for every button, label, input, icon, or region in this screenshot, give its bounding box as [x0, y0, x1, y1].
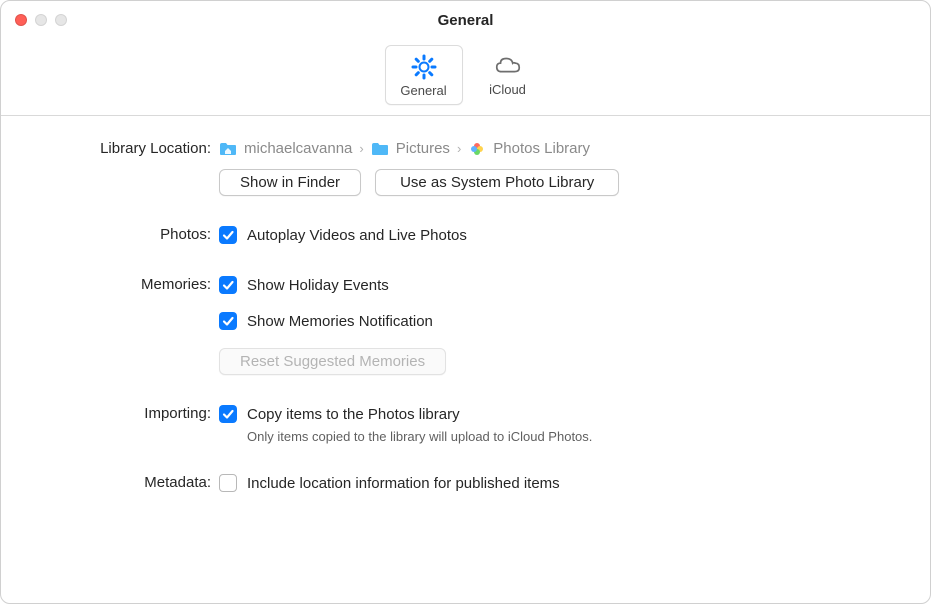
- label-photos: Photos:: [33, 224, 219, 243]
- label-metadata: Metadata:: [33, 472, 219, 491]
- library-action-buttons: Show in Finder Use as System Photo Libra…: [219, 169, 898, 196]
- show-in-finder-button[interactable]: Show in Finder: [219, 169, 361, 196]
- reset-memories-button: Reset Suggested Memories: [219, 348, 446, 375]
- row-memories: Memories: Show Holiday Events Show Memor…: [33, 274, 898, 375]
- include-location-checkbox[interactable]: [219, 474, 237, 492]
- preferences-tabs: General iCloud: [385, 45, 547, 105]
- include-location-option[interactable]: Include location information for publish…: [219, 472, 898, 494]
- breadcrumb-segment: michaelcavanna: [244, 140, 352, 157]
- copy-items-label: Copy items to the Photos library: [247, 406, 460, 423]
- library-path-breadcrumb: michaelcavanna › Pictures ›: [219, 138, 898, 169]
- label-library-location: Library Location:: [33, 138, 219, 157]
- gear-icon: [409, 52, 439, 82]
- preferences-window: General General: [0, 0, 931, 604]
- breadcrumb-segment: Photos Library: [493, 140, 590, 157]
- copy-items-subtext: Only items copied to the library will up…: [247, 429, 898, 444]
- window-controls: [15, 14, 67, 26]
- zoom-button[interactable]: [55, 14, 67, 26]
- include-location-label: Include location information for publish…: [247, 475, 560, 492]
- holiday-events-label: Show Holiday Events: [247, 277, 389, 294]
- row-metadata: Metadata: Include location information f…: [33, 472, 898, 494]
- folder-icon: [371, 141, 389, 157]
- memories-notification-checkbox[interactable]: [219, 312, 237, 330]
- content-area: Library Location: michaelcavanna › Pictu…: [1, 116, 930, 494]
- autoplay-option[interactable]: Autoplay Videos and Live Photos: [219, 224, 898, 246]
- tab-icloud[interactable]: iCloud: [469, 45, 547, 105]
- chevron-right-icon: ›: [359, 141, 363, 156]
- autoplay-checkbox[interactable]: [219, 226, 237, 244]
- holiday-events-checkbox[interactable]: [219, 276, 237, 294]
- toolbar: General iCloud: [1, 39, 930, 116]
- label-memories: Memories:: [33, 274, 219, 293]
- titlebar: General: [1, 1, 930, 39]
- breadcrumb-segment: Pictures: [396, 140, 450, 157]
- photos-library-icon: [468, 141, 486, 157]
- row-library-location: Library Location: michaelcavanna › Pictu…: [33, 138, 898, 196]
- window-title: General: [1, 12, 930, 29]
- use-as-system-library-button[interactable]: Use as System Photo Library: [375, 169, 619, 196]
- row-importing: Importing: Copy items to the Photos libr…: [33, 403, 898, 444]
- minimize-button[interactable]: [35, 14, 47, 26]
- tab-icloud-label: iCloud: [489, 82, 526, 97]
- copy-items-option[interactable]: Copy items to the Photos library: [219, 403, 898, 425]
- tab-general-label: General: [400, 83, 446, 98]
- home-folder-icon: [219, 141, 237, 157]
- row-photos: Photos: Autoplay Videos and Live Photos: [33, 224, 898, 246]
- label-importing: Importing:: [33, 403, 219, 422]
- close-button[interactable]: [15, 14, 27, 26]
- cloud-icon: [493, 51, 523, 81]
- copy-items-checkbox[interactable]: [219, 405, 237, 423]
- holiday-events-option[interactable]: Show Holiday Events: [219, 274, 898, 296]
- tab-general[interactable]: General: [385, 45, 463, 105]
- chevron-right-icon: ›: [457, 141, 461, 156]
- autoplay-label: Autoplay Videos and Live Photos: [247, 227, 467, 244]
- memories-notification-label: Show Memories Notification: [247, 313, 433, 330]
- memories-notification-option[interactable]: Show Memories Notification: [219, 310, 898, 332]
